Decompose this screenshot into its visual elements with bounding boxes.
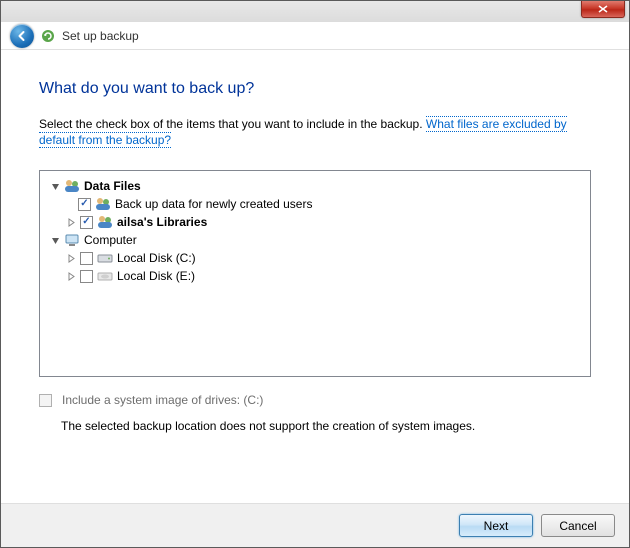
- users-icon: [95, 196, 111, 212]
- users-icon: [97, 214, 113, 230]
- node-label: Back up data for newly created users: [115, 197, 312, 211]
- node-label: Data Files: [84, 179, 141, 193]
- backup-icon: [40, 28, 56, 44]
- wizard-window: Set up backup What do you want to back u…: [0, 0, 630, 548]
- checkbox[interactable]: [80, 270, 93, 283]
- system-image-checkbox: [39, 394, 52, 407]
- tree-node-new-users[interactable]: Back up data for newly created users: [42, 195, 588, 213]
- drive-icon: [97, 250, 113, 266]
- footer-bar: Next Cancel: [1, 503, 629, 547]
- cancel-button[interactable]: Cancel: [541, 514, 615, 537]
- expander-icon[interactable]: [66, 217, 77, 228]
- page-heading: What do you want to back up?: [39, 80, 591, 98]
- titlebar: [1, 1, 629, 22]
- checkbox[interactable]: [78, 198, 91, 211]
- close-button[interactable]: [581, 1, 625, 18]
- page-description: Select the check box of the items that y…: [39, 116, 591, 148]
- desc-text: Select the check box of the items that y…: [39, 117, 426, 131]
- tree-node-disk-e[interactable]: Local Disk (E:): [42, 267, 588, 285]
- content-area: What do you want to back up? Select the …: [1, 50, 629, 433]
- users-icon: [64, 178, 80, 194]
- tree-node-disk-c[interactable]: Local Disk (C:): [42, 249, 588, 267]
- drive-icon: [97, 268, 113, 284]
- expander-icon[interactable]: [50, 181, 61, 192]
- checkbox[interactable]: [80, 216, 93, 229]
- system-image-row: Include a system image of drives: (C:): [39, 393, 591, 407]
- backup-tree[interactable]: Data Files Back up data for newly create…: [39, 170, 591, 377]
- header-title: Set up backup: [62, 29, 139, 43]
- tree-node-libraries[interactable]: ailsa's Libraries: [42, 213, 588, 231]
- header-bar: Set up backup: [1, 22, 629, 50]
- tree-node-data-files[interactable]: Data Files: [42, 177, 588, 195]
- system-image-label: Include a system image of drives: (C:): [62, 393, 263, 407]
- node-label: Local Disk (C:): [117, 251, 196, 265]
- expander-icon[interactable]: [66, 271, 77, 282]
- computer-icon: [64, 232, 80, 248]
- back-button[interactable]: [10, 24, 34, 48]
- node-label: ailsa's Libraries: [117, 215, 207, 229]
- next-button[interactable]: Next: [459, 514, 533, 537]
- expander-icon[interactable]: [50, 235, 61, 246]
- tree-node-computer[interactable]: Computer: [42, 231, 588, 249]
- node-label: Local Disk (E:): [117, 269, 195, 283]
- checkbox[interactable]: [80, 252, 93, 265]
- system-image-note: The selected backup location does not su…: [61, 419, 591, 433]
- expander-icon[interactable]: [66, 253, 77, 264]
- node-label: Computer: [84, 233, 137, 247]
